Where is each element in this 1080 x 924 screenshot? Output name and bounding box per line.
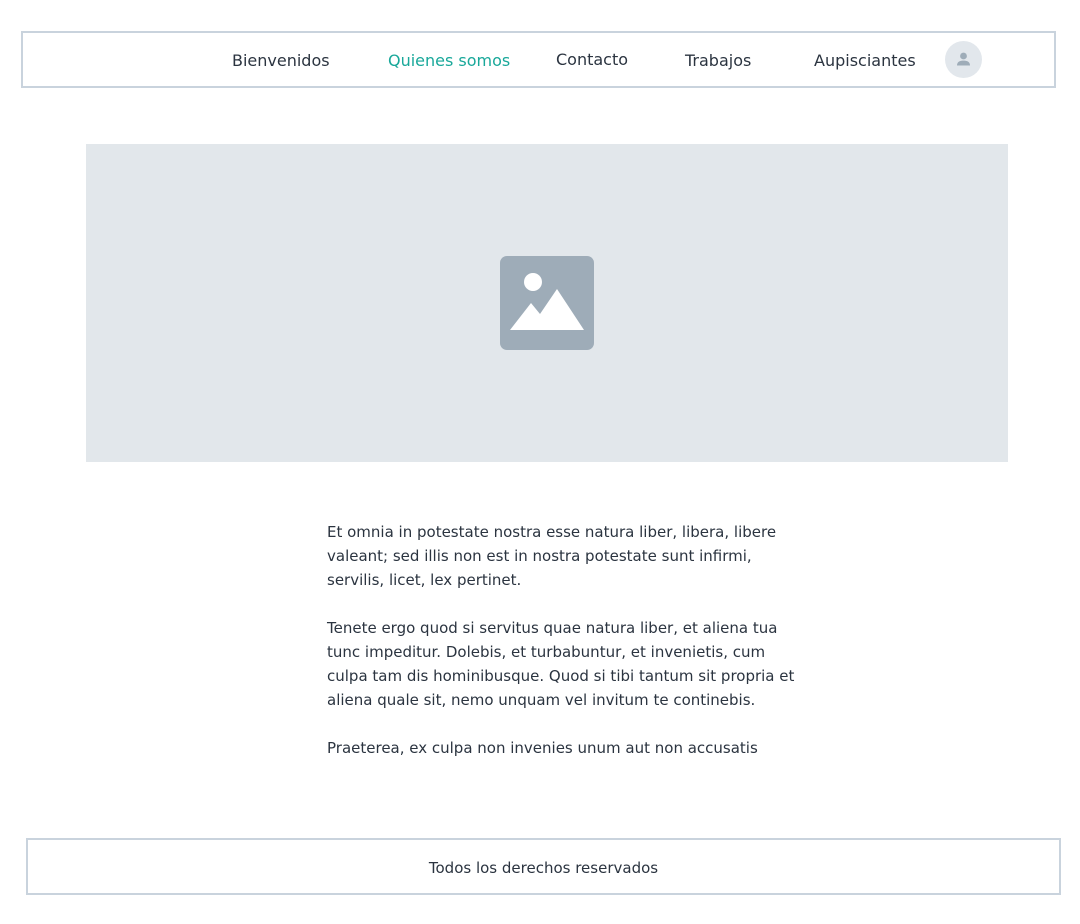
- main-content: Et omnia in potestate nostra esse natura…: [327, 520, 797, 784]
- paragraph: Tenete ergo quod si servitus quae natura…: [327, 619, 795, 709]
- nav-item-contacto[interactable]: Contacto: [556, 49, 628, 71]
- nav-item-quienes-somos[interactable]: Quienes somos: [388, 50, 510, 72]
- avatar[interactable]: [945, 41, 982, 78]
- nav-item-bienvenidos[interactable]: Bienvenidos: [232, 50, 330, 72]
- footer-text: Todos los derechos reservados: [428, 859, 659, 877]
- paragraph: Praeterea, ex culpa non invenies unum au…: [327, 739, 758, 757]
- nav-item-aupisciantes[interactable]: Aupisciantes: [814, 50, 916, 72]
- top-navbar: Bienvenidos Quienes somos Contacto Traba…: [21, 31, 1056, 88]
- user-icon: [957, 52, 970, 66]
- nav-item-trabajos[interactable]: Trabajos: [685, 50, 751, 72]
- hero-image-placeholder: [86, 144, 1008, 462]
- paragraph: Et omnia in potestate nostra esse natura…: [327, 523, 777, 589]
- page-footer: Todos los derechos reservados: [26, 838, 1061, 895]
- image-placeholder-icon: [500, 256, 594, 350]
